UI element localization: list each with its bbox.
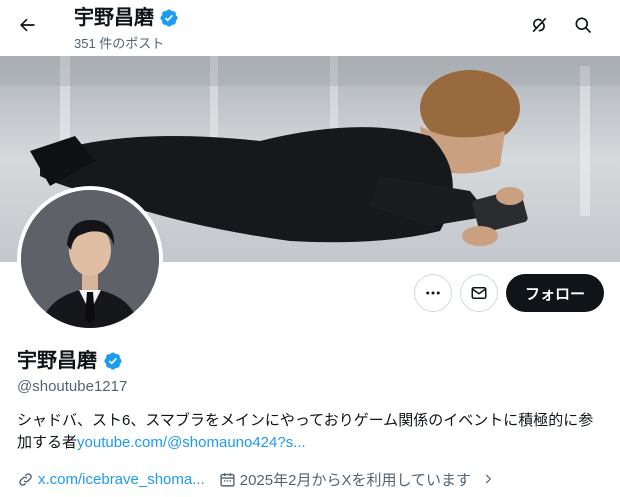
chevron-right-icon	[485, 474, 492, 484]
joined-item[interactable]: 2025年2月からXを利用しています	[219, 469, 495, 490]
profile-handle: @shoutube1217	[17, 378, 128, 395]
post-count: 351 件のポスト	[74, 36, 165, 51]
bio-youtube-link[interactable]: youtube.com/@shomauno424?s...	[77, 434, 306, 451]
mail-icon	[471, 287, 487, 299]
message-button[interactable]	[460, 274, 498, 312]
profile-top-bar: 宇野昌磨 351 件のポスト	[0, 0, 620, 56]
website-item: x.com/icebrave_shoma...	[17, 471, 205, 488]
search-icon	[575, 17, 592, 34]
search-button[interactable]	[566, 8, 600, 42]
header-name: 宇野昌磨	[74, 7, 154, 29]
calendar-icon	[220, 472, 235, 487]
verified-badge-icon	[160, 9, 178, 27]
website-link[interactable]: x.com/icebrave_shoma...	[38, 471, 205, 488]
profile-bio: シャドバ、スト6、スマブラをメインにやっておりゲーム関係のイベントに積極的に参加…	[17, 410, 607, 454]
back-button[interactable]	[10, 8, 44, 42]
profile-name: 宇野昌磨	[17, 350, 97, 372]
verified-badge-icon[interactable]	[103, 351, 123, 371]
more-dots-icon	[426, 291, 440, 295]
link-icon	[19, 472, 32, 486]
joined-date: 2025年2月からXを利用しています	[239, 471, 472, 489]
avatar[interactable]	[17, 186, 163, 332]
follow-button[interactable]: フォロー	[506, 274, 604, 312]
grok-button[interactable]	[522, 8, 556, 42]
grok-icon	[532, 17, 547, 33]
profile-name-row: 宇野昌磨	[17, 348, 123, 374]
more-button[interactable]	[414, 274, 452, 312]
profile-meta-row: x.com/icebrave_shoma... 2025年2月からXを利用してい…	[17, 468, 495, 490]
header-title-block: 宇野昌磨 351 件のポスト	[74, 5, 179, 52]
arrow-left-icon	[20, 18, 35, 32]
